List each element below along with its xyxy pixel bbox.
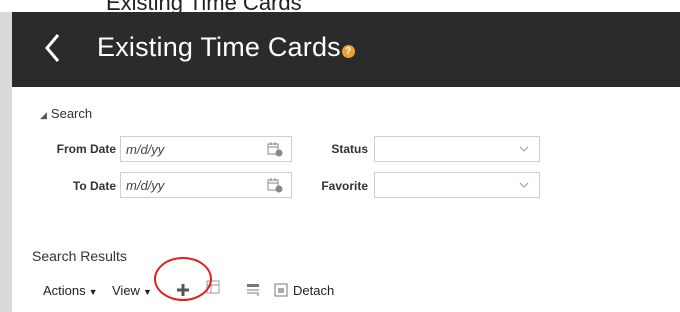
freeze-icon[interactable] [206, 280, 220, 294]
plus-icon[interactable] [176, 283, 190, 297]
detach-icon[interactable] [274, 283, 288, 297]
search-disclosure[interactable]: ◢ Search [40, 106, 92, 121]
wrap-icon[interactable] [246, 283, 260, 297]
chevron-down-icon [519, 146, 529, 152]
caret-down-icon: ▼ [88, 287, 98, 297]
page-title-text: Existing Time Cards [106, 0, 302, 12]
from-date-label: From Date [56, 142, 116, 156]
view-menu[interactable]: View ▼ [112, 283, 152, 298]
search-results-heading: Search Results [32, 248, 127, 264]
disclosure-triangle-icon: ◢ [40, 110, 47, 120]
caret-down-icon: ▼ [142, 287, 152, 297]
search-toggle-label: Search [50, 106, 93, 121]
page-title-fragment: Existing Time Cards [0, 0, 680, 12]
actions-menu-label: Actions [43, 283, 86, 298]
favorite-label: Favorite [321, 179, 368, 193]
favorite-select[interactable] [374, 172, 540, 198]
chevron-down-icon [519, 182, 529, 188]
view-menu-label: View [112, 283, 140, 298]
detach-button[interactable]: Detach [293, 283, 334, 298]
page-header: Existing Time Cards? [12, 12, 680, 87]
status-select[interactable] [374, 136, 540, 162]
page-title: Existing Time Cards? [97, 32, 355, 63]
page-title-label: Existing Time Cards [97, 32, 341, 62]
calendar-icon[interactable] [267, 141, 283, 157]
calendar-icon[interactable] [267, 177, 283, 193]
actions-menu[interactable]: Actions ▼ [43, 283, 98, 298]
from-date-field [120, 136, 292, 162]
help-icon[interactable]: ? [341, 45, 355, 58]
status-label: Status [331, 142, 368, 156]
to-date-input[interactable] [121, 173, 261, 197]
to-date-label: To Date [72, 179, 116, 193]
chevron-left-icon[interactable] [42, 31, 64, 65]
to-date-field [120, 172, 292, 198]
from-date-input[interactable] [121, 137, 261, 161]
